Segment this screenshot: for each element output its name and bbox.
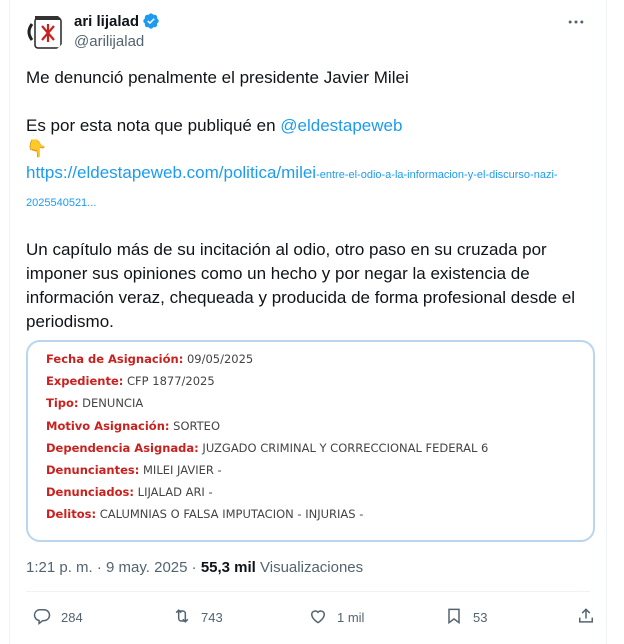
like-count: 1 mil xyxy=(337,610,365,625)
heart-icon xyxy=(308,606,328,629)
bookmark-icon xyxy=(444,606,464,629)
reply-button[interactable]: 284 xyxy=(32,606,83,629)
author-handle[interactable]: @arilijalad xyxy=(74,33,144,50)
article-link[interactable]: https://eldestapeweb.com/politica/milei-… xyxy=(26,160,592,188)
repost-count: 743 xyxy=(201,610,223,625)
reply-icon xyxy=(32,606,52,629)
tweet-meta: 1:21 p. m. · 9 may. 2025 · 55,3 mil Visu… xyxy=(26,559,363,576)
pointing-down-emoji: 👇 xyxy=(26,139,48,158)
article-link-tail-text[interactable]: 2025540521... xyxy=(26,197,96,209)
document-image[interactable]: Fecha de Asignación: 09/05/2025 Expedien… xyxy=(26,340,595,542)
article-link-main[interactable]: https://eldestapeweb.com/politica/milei xyxy=(26,163,316,182)
repost-button[interactable]: 743 xyxy=(172,606,223,629)
tweet-paragraph: Un capítulo más de su incitación al odio… xyxy=(26,240,576,331)
divider xyxy=(26,591,590,592)
action-bar: 284 743 1 mil 53 xyxy=(32,606,602,632)
tweet-line-1: Me denunció penalmente el presidente Jav… xyxy=(26,68,409,87)
doc-row-expediente: Expediente: CFP 1877/2025 xyxy=(46,374,215,389)
doc-row-denunciantes: Denunciantes: MILEI JAVIER - xyxy=(46,463,222,478)
views-label: Visualizaciones xyxy=(255,559,364,576)
doc-row-tipo: Tipo: DENUNCIA xyxy=(46,396,144,411)
verified-badge-icon xyxy=(142,12,160,30)
tweet-line-2: Es por esta nota que publiqué en @eldest… xyxy=(26,114,592,138)
doc-row-fecha: Fecha de Asignación: 09/05/2025 xyxy=(46,352,254,366)
avatar[interactable] xyxy=(26,12,66,52)
article-link-tail[interactable]: 2025540521... xyxy=(26,188,592,216)
mention-link[interactable]: @eldestapeweb xyxy=(280,116,402,135)
author-name[interactable]: ari lijalad xyxy=(74,13,139,30)
article-link-path[interactable]: -entre-el-odio-a-la-informacion-y-el-dis… xyxy=(316,169,557,181)
views-count: 55,3 mil xyxy=(200,559,256,576)
timestamp[interactable]: 1:21 p. m. · 9 may. 2025 · xyxy=(26,559,201,576)
repost-icon xyxy=(172,606,192,629)
tweet-text: Me denunció penalmente el presidente Jav… xyxy=(26,66,592,334)
doc-row-dependencia: Dependencia Asignada: JUZGADO CRIMINAL Y… xyxy=(46,440,489,455)
more-options-icon[interactable] xyxy=(564,10,588,34)
bookmark-button[interactable]: 53 xyxy=(444,606,487,629)
doc-row-denunciados: Denunciados: LIJALAD ARI - xyxy=(46,485,213,500)
author-name-row: ari lijalad xyxy=(74,12,160,30)
tweet-line-2-prefix: Es por esta nota que publiqué en xyxy=(26,116,281,135)
doc-row-motivo: Motivo Asignación: SORTEO xyxy=(46,418,221,433)
reply-count: 284 xyxy=(61,610,83,625)
bookmark-count: 53 xyxy=(473,610,488,625)
doc-row-delitos: Delitos: CALUMNIAS O FALSA IMPUTACION - … xyxy=(46,507,364,522)
tweet-card: ari lijalad @arilijalad Me denunció pena… xyxy=(9,0,607,644)
share-button[interactable] xyxy=(576,606,596,629)
share-icon xyxy=(576,606,596,629)
like-button[interactable]: 1 mil xyxy=(308,606,364,629)
